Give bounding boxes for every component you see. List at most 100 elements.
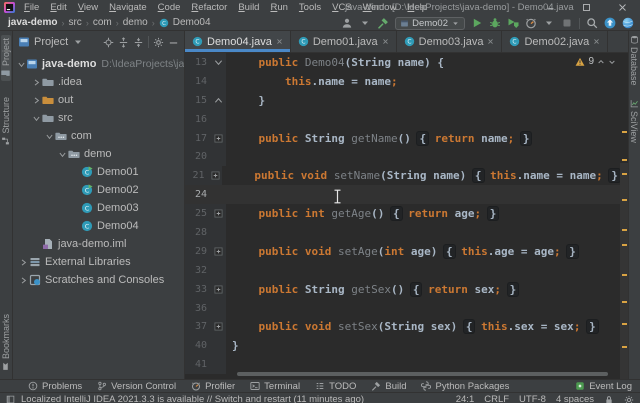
line-number[interactable]: 37: [185, 317, 211, 336]
tree-chevron-icon[interactable]: [17, 258, 29, 267]
warning-stripe-mark[interactable]: [622, 173, 627, 175]
editor-line-14[interactable]: 14 this.name = name;: [185, 72, 620, 91]
editor-line-40[interactable]: 40}: [185, 336, 620, 355]
build-hammer-icon[interactable]: [377, 17, 389, 29]
line-number[interactable]: 36: [185, 299, 211, 318]
warning-stripe-mark[interactable]: [622, 131, 627, 133]
toolwindow-button-terminal[interactable]: Terminal: [250, 381, 300, 392]
menu-build[interactable]: Build: [233, 0, 264, 15]
tree-item-java-demo.iml[interactable]: java-demo.iml: [13, 235, 184, 253]
menu-view[interactable]: View: [73, 0, 103, 15]
tree-item-Demo02[interactable]: CDemo02: [13, 181, 184, 199]
toolwindow-button-build[interactable]: Build: [371, 381, 406, 392]
tree-item-java-demo[interactable]: java-demoD:\IdeaProjects\java-demo: [13, 55, 184, 73]
menu-edit[interactable]: Edit: [45, 0, 71, 15]
indent-widget[interactable]: 4 spaces: [556, 394, 594, 403]
tab-close-icon[interactable]: [487, 36, 494, 48]
tree-item-Demo04[interactable]: CDemo04: [13, 217, 184, 235]
breadcrumb-item-Demo04[interactable]: Demo04: [173, 17, 211, 28]
project-toolwindow-title[interactable]: Project: [34, 36, 68, 48]
tree-chevron-icon[interactable]: [30, 78, 42, 87]
menu-code[interactable]: Code: [153, 0, 186, 15]
toolwindow-switcher-icon[interactable]: [6, 395, 15, 403]
line-number[interactable]: 24: [185, 185, 211, 204]
tab-close-icon[interactable]: [382, 36, 389, 48]
tree-item-out[interactable]: out: [13, 91, 184, 109]
hide-toolwindow-icon[interactable]: [168, 37, 179, 48]
search-everywhere-icon[interactable]: [586, 17, 598, 29]
fold-marker-icon[interactable]: [211, 280, 226, 299]
fold-marker-icon[interactable]: [211, 317, 226, 336]
tab-close-icon[interactable]: [593, 36, 600, 48]
project-view-caret-icon[interactable]: [72, 36, 84, 48]
expand-all-icon[interactable]: [118, 37, 129, 48]
fold-marker-icon[interactable]: [209, 166, 222, 185]
tab-Demo03.java[interactable]: CDemo03.java: [397, 31, 503, 52]
write-access-lock-icon[interactable]: [604, 395, 614, 403]
tree-item-External Libraries[interactable]: External Libraries: [13, 253, 184, 271]
line-separator-widget[interactable]: CRLF: [484, 394, 509, 403]
stripe-button-structure[interactable]: Structure: [1, 97, 11, 146]
line-number[interactable]: 29: [185, 242, 211, 261]
editor-line-21[interactable]: 21 public void setName(String name) { th…: [185, 166, 620, 185]
code-editor[interactable]: 13 public Demo04(String name) {14 this.n…: [185, 53, 628, 379]
editor-line-13[interactable]: 13 public Demo04(String name) {: [185, 53, 620, 72]
error-stripe[interactable]: [620, 53, 628, 379]
tab-Demo01.java[interactable]: CDemo01.java: [291, 31, 397, 52]
editor-line-32[interactable]: 32: [185, 261, 620, 280]
maximize-button[interactable]: [568, 0, 604, 15]
warning-stripe-mark[interactable]: [622, 301, 627, 303]
toolwindow-button-profiler[interactable]: Profiler: [191, 381, 235, 392]
coverage-button[interactable]: [507, 17, 519, 29]
tree-item-Demo01[interactable]: CDemo01: [13, 163, 184, 181]
avatar-dropdown-caret-icon[interactable]: [359, 17, 371, 29]
editor-line-33[interactable]: 33 public String getSex() { return sex; …: [185, 280, 620, 299]
run-button[interactable]: [471, 17, 483, 29]
toolwindow-button-event-log[interactable]: Event Log: [575, 381, 632, 392]
editor-line-28[interactable]: 28: [185, 223, 620, 242]
menu-tools[interactable]: Tools: [294, 0, 326, 15]
tree-item-com[interactable]: com: [13, 127, 184, 145]
tree-chevron-icon[interactable]: [30, 114, 42, 123]
warning-stripe-mark[interactable]: [622, 159, 627, 161]
tab-Demo04.java[interactable]: CDemo04.java: [185, 31, 291, 52]
inspections-profile-icon[interactable]: [624, 395, 634, 403]
close-button[interactable]: [604, 0, 640, 15]
toolwindow-button-todo[interactable]: TODO: [315, 381, 356, 392]
editor-line-16[interactable]: 16: [185, 110, 620, 129]
fold-marker-icon[interactable]: [211, 204, 226, 223]
status-message[interactable]: Localized IntelliJ IDEA 2021.3.3 is avai…: [21, 394, 364, 403]
inspections-widget[interactable]: 9: [575, 56, 616, 67]
breadcrumb-item-src[interactable]: src: [68, 17, 81, 28]
line-number[interactable]: 33: [185, 280, 211, 299]
menu-run[interactable]: Run: [265, 0, 292, 15]
breadcrumb-item-com[interactable]: com: [93, 17, 112, 28]
line-number[interactable]: 16: [185, 110, 211, 129]
warning-stripe-mark[interactable]: [622, 274, 627, 276]
tree-item-Demo03[interactable]: CDemo03: [13, 199, 184, 217]
tree-item-Scratches and Consoles[interactable]: Scratches and Consoles: [13, 271, 184, 289]
profiler-button[interactable]: [525, 17, 537, 29]
minimize-button[interactable]: [532, 0, 568, 15]
warning-stripe-mark[interactable]: [622, 199, 627, 201]
line-number[interactable]: 15: [185, 91, 211, 110]
stripe-button-project[interactable]: Project: [1, 35, 11, 81]
line-number[interactable]: 20: [185, 147, 211, 166]
tree-chevron-icon[interactable]: [17, 276, 29, 285]
line-number[interactable]: 40: [185, 336, 211, 355]
code-with-me-icon[interactable]: [622, 17, 634, 29]
stripe-button-sciview[interactable]: SciView: [629, 99, 639, 143]
fold-marker-icon[interactable]: [211, 91, 226, 110]
menu-refactor[interactable]: Refactor: [186, 0, 232, 15]
toolwindow-button-problems[interactable]: Problems: [28, 381, 82, 392]
profile-avatar-icon[interactable]: [341, 17, 353, 29]
warning-stripe-mark[interactable]: [622, 229, 627, 231]
profiler-caret-icon[interactable]: [543, 17, 555, 29]
menu-navigate[interactable]: Navigate: [104, 0, 152, 15]
line-number[interactable]: 14: [185, 72, 211, 91]
editor-line-36[interactable]: 36: [185, 299, 620, 318]
editor-line-29[interactable]: 29 public void setAge(int age) { this.ag…: [185, 242, 620, 261]
warning-stripe-mark[interactable]: [622, 346, 627, 348]
debug-button[interactable]: [489, 17, 501, 29]
fold-marker-icon[interactable]: [211, 53, 226, 72]
